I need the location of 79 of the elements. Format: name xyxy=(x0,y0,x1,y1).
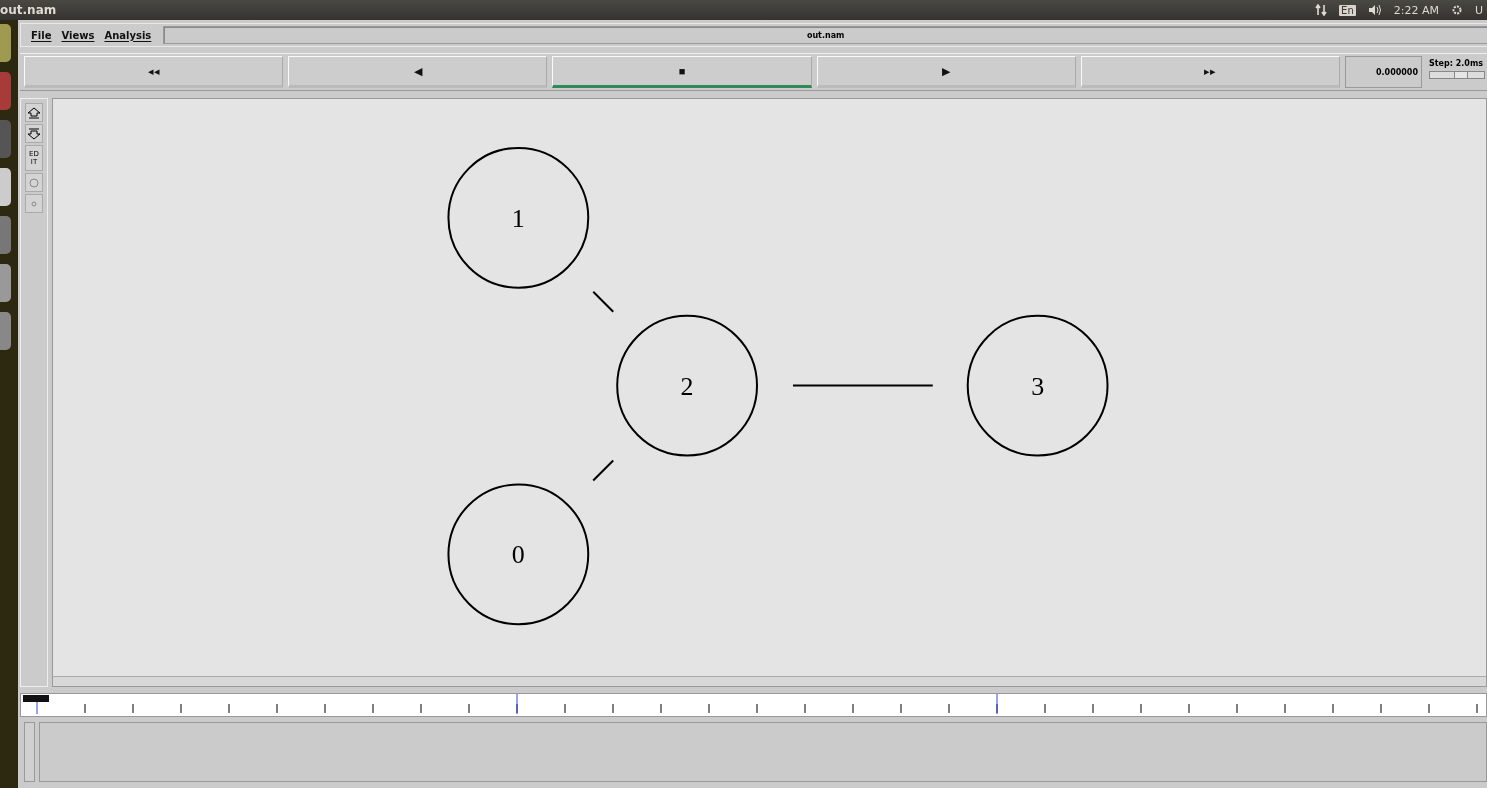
tick-mark xyxy=(1380,703,1382,714)
circle-icon xyxy=(29,177,39,188)
user-name[interactable]: U xyxy=(1474,3,1483,17)
playback-button[interactable]: ◂◂ xyxy=(24,56,284,88)
tick-mark xyxy=(756,703,758,714)
gear-icon[interactable] xyxy=(1450,4,1463,16)
tick-mark xyxy=(132,703,134,714)
window-title: out.nam xyxy=(0,3,57,17)
playback-button[interactable]: ▸▸ xyxy=(1080,56,1340,88)
tick-mark xyxy=(1092,703,1094,714)
step-label: Step: 2.0ms xyxy=(1429,59,1484,68)
tick-mark xyxy=(1140,703,1142,714)
vertical-scrollbar[interactable] xyxy=(24,722,35,782)
link-line xyxy=(592,459,615,482)
tick-mark xyxy=(1284,703,1286,714)
tick-mark xyxy=(1332,703,1334,714)
tick-mark xyxy=(468,703,470,714)
node-label: 1 xyxy=(511,203,525,233)
tick-mark xyxy=(660,703,662,714)
tick-mark xyxy=(948,703,950,714)
menu-item[interactable]: Analysis xyxy=(100,29,156,41)
tick-mark xyxy=(180,703,182,714)
network-icon xyxy=(1315,4,1328,16)
up-arrow-icon xyxy=(27,106,41,119)
tick-mark xyxy=(1236,703,1238,714)
timeline[interactable] xyxy=(20,693,1487,717)
tick-mark xyxy=(1476,703,1478,714)
clock[interactable]: 2:22 AM xyxy=(1393,3,1439,17)
node-circle[interactable] xyxy=(447,146,590,289)
time-marker-icon xyxy=(23,695,49,702)
zoom-in-button[interactable] xyxy=(25,103,43,122)
slider-thumb[interactable] xyxy=(1453,71,1468,79)
menu-item[interactable]: Views xyxy=(57,29,99,41)
launcher-icon[interactable] xyxy=(0,216,11,254)
tick-mark xyxy=(1044,703,1046,714)
tick-mark xyxy=(228,703,230,714)
volume-icon xyxy=(1367,4,1382,16)
playback-button[interactable]: ■ xyxy=(552,56,812,88)
title-field: out.nam xyxy=(163,26,1487,44)
tick-mark xyxy=(324,703,326,714)
small-circle-button[interactable] xyxy=(25,194,43,213)
tick-mark xyxy=(372,703,374,714)
tick-mark xyxy=(804,703,806,714)
time-cursor xyxy=(516,694,518,714)
tick-mark xyxy=(708,703,710,714)
node-circle[interactable] xyxy=(966,314,1109,457)
launcher-icon[interactable] xyxy=(0,72,11,110)
time-cursor xyxy=(996,694,998,714)
tick-mark xyxy=(276,703,278,714)
launcher-icon[interactable] xyxy=(0,168,11,206)
tick-mark xyxy=(420,703,422,714)
keyboard-indicator[interactable]: En xyxy=(1339,4,1356,16)
tick-mark xyxy=(1428,703,1430,714)
link-line xyxy=(592,290,615,313)
tick-mark xyxy=(612,703,614,714)
tick-mark xyxy=(900,703,902,714)
zoom-out-button[interactable] xyxy=(25,124,43,143)
launcher-icon[interactable] xyxy=(0,264,11,302)
time-cursor xyxy=(36,701,38,714)
down-arrow-icon xyxy=(27,127,41,140)
tick-mark xyxy=(852,703,854,714)
step-slider[interactable] xyxy=(1429,71,1485,79)
time-display: 0.000000 xyxy=(1345,56,1422,88)
tick-mark xyxy=(1188,703,1190,714)
horizontal-scrollbar[interactable] xyxy=(53,676,1486,686)
node-circle[interactable] xyxy=(447,483,590,626)
launcher-icon[interactable] xyxy=(0,312,11,350)
node-label: 2 xyxy=(680,371,694,401)
launcher-icon[interactable] xyxy=(0,24,11,62)
playback-button[interactable]: ▶ xyxy=(816,56,1076,88)
tick-mark xyxy=(84,703,86,714)
circle-icon xyxy=(31,200,37,207)
node-label: 0 xyxy=(511,540,525,570)
node-label: 3 xyxy=(1031,371,1045,401)
tick-mark xyxy=(564,703,566,714)
menu-item[interactable]: File xyxy=(27,29,56,41)
circle-button[interactable] xyxy=(25,173,43,192)
node-circle[interactable] xyxy=(616,314,758,457)
playback-button[interactable]: ◀ xyxy=(288,56,548,88)
